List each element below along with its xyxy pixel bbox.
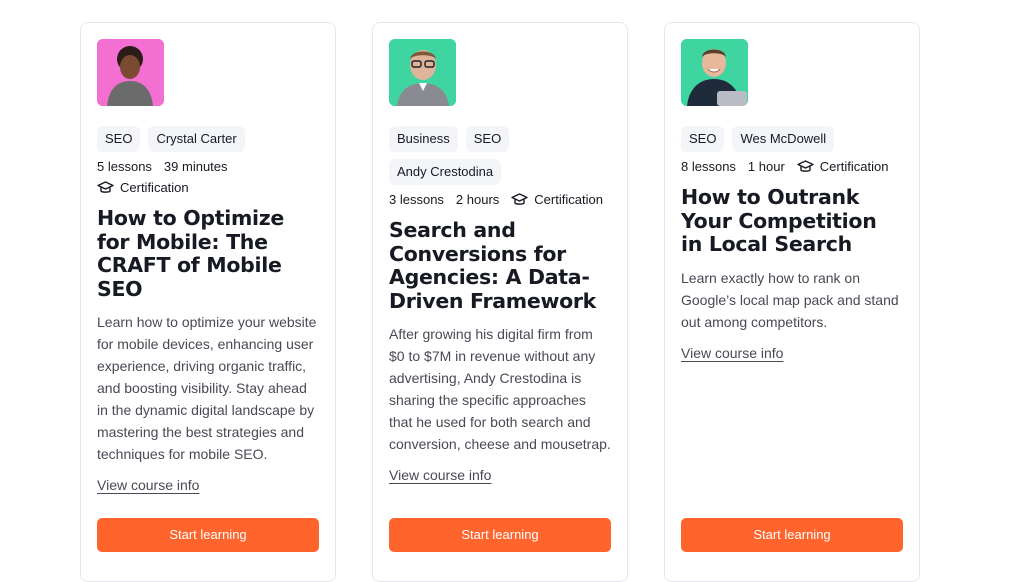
instructor-avatar xyxy=(97,39,164,106)
lessons-count: 8 lessons xyxy=(681,159,736,174)
course-description: Learn exactly how to rank on Google’s lo… xyxy=(681,269,899,330)
view-course-info-link[interactable]: View course info xyxy=(97,477,199,493)
course-tags: Business SEO Andy Crestodina xyxy=(389,126,611,192)
tag-seo[interactable]: SEO xyxy=(681,126,725,152)
course-tags: SEO Crystal Carter xyxy=(97,126,319,159)
certification-label: Certification xyxy=(819,159,889,174)
start-learning-button[interactable]: Start learning xyxy=(389,518,611,552)
lessons-count: 5 lessons xyxy=(97,159,152,174)
course-meta: 5 lessons 39 minutes xyxy=(97,159,319,174)
course-meta: 8 lessons 1 hour Certification xyxy=(681,159,903,174)
view-course-info-link[interactable]: View course info xyxy=(389,467,491,483)
course-card: SEO Wes McDowell 8 lessons 1 hour Certif… xyxy=(664,22,920,582)
start-learning-button[interactable]: Start learning xyxy=(97,518,319,552)
course-duration: 2 hours xyxy=(455,192,500,207)
certification-label: Certification xyxy=(534,192,603,207)
course-duration: 39 minutes xyxy=(163,159,228,174)
course-duration: 1 hour xyxy=(747,159,785,174)
tag-instructor[interactable]: Crystal Carter xyxy=(148,126,245,152)
tag-seo[interactable]: SEO xyxy=(97,126,141,152)
course-meta-cert: Certification xyxy=(97,180,319,195)
course-title: Search and Conversions for Agencies: A D… xyxy=(389,218,597,313)
tag-instructor[interactable]: Wes McDowell xyxy=(732,126,835,152)
course-meta: 3 lessons 2 hours Certification xyxy=(389,192,611,207)
certification: Certification xyxy=(97,180,189,195)
lessons-count: 3 lessons xyxy=(389,192,444,207)
tag-seo[interactable]: SEO xyxy=(465,126,510,152)
certification: Certification xyxy=(797,159,889,174)
instructor-avatar xyxy=(681,39,748,106)
view-course-info-link[interactable]: View course info xyxy=(681,345,783,361)
tag-instructor[interactable]: Andy Crestodina xyxy=(389,159,502,185)
graduation-cap-icon xyxy=(511,192,528,205)
course-description: Learn how to optimize your website for m… xyxy=(97,314,317,462)
certification-label: Certification xyxy=(120,180,189,195)
course-description: After growing his digital firm from $0 t… xyxy=(389,326,611,452)
tag-business[interactable]: Business xyxy=(389,126,458,152)
course-card: Business SEO Andy Crestodina 3 lessons 2… xyxy=(372,22,628,582)
course-title: How to Optimize for Mobile: The CRAFT of… xyxy=(97,206,284,301)
graduation-cap-icon xyxy=(797,159,814,172)
course-tags: SEO Wes McDowell xyxy=(681,126,903,159)
course-card: SEO Crystal Carter 5 lessons 39 minutes … xyxy=(80,22,336,582)
start-learning-button[interactable]: Start learning xyxy=(681,518,903,552)
graduation-cap-icon xyxy=(97,180,114,193)
instructor-avatar xyxy=(389,39,456,106)
course-title: How to Outrank Your Competition in Local… xyxy=(681,185,877,256)
certification: Certification xyxy=(511,192,603,207)
